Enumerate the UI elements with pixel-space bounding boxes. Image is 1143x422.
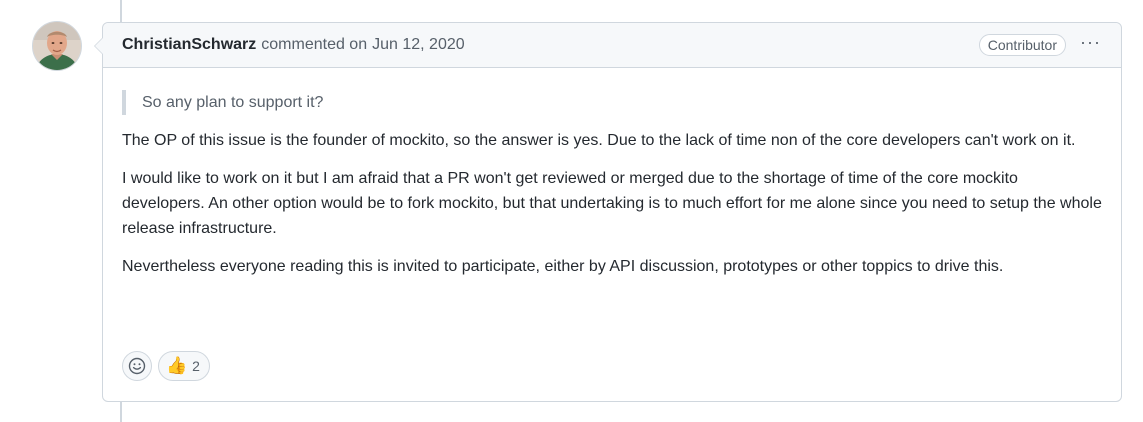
avatar-photo [33,22,81,70]
kebab-horizontal-icon[interactable]: ··· [1078,33,1103,57]
timeline-line-top [120,0,122,22]
timeline-line-bottom [120,402,122,422]
thumbs-up-icon: 👍 [166,355,188,376]
author-link[interactable]: ChristianSchwarz [122,36,256,54]
comment-date[interactable]: Jun 12, 2020 [372,36,465,54]
smiley-icon [128,357,146,375]
comment-caret-inner [95,38,103,54]
paragraph-2: I would like to work on it but I am afra… [122,170,1102,237]
reactions-bar: 👍 2 [122,351,210,381]
paragraph-3: Nevertheless everyone reading this is in… [122,258,1004,275]
comment-header: ChristianSchwarz commented on Jun 12, 20… [103,23,1121,68]
comment-action-text: commented on [261,36,368,53]
avatar[interactable] [32,21,82,71]
blockquote: So any plan to support it? [122,90,1102,115]
thumbs-up-reaction[interactable]: 👍 2 [158,351,210,381]
header-actions: Contributor ··· [978,33,1103,57]
comment-card: ChristianSchwarz commented on Jun 12, 20… [94,22,1122,402]
add-reaction-button[interactable] [122,351,152,381]
comment-body: So any plan to support it? The OP of thi… [103,68,1121,279]
contributor-badge: Contributor [978,34,1067,56]
paragraph-1: The OP of this issue is the founder of m… [122,132,1076,149]
reaction-count: 2 [192,358,200,374]
